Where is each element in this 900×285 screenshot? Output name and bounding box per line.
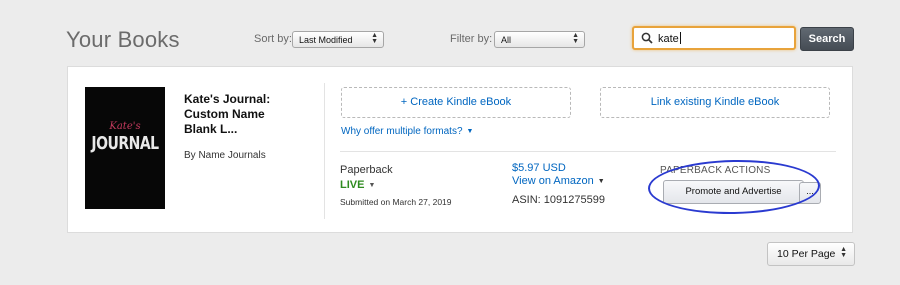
search-input[interactable]: kate: [632, 26, 796, 50]
create-kindle-ebook-button[interactable]: + Create Kindle eBook: [341, 87, 571, 118]
chevron-down-icon: ▼: [466, 128, 474, 135]
per-page-select[interactable]: 10 Per Page ▲ ▼: [767, 242, 855, 266]
format-name: Paperback: [340, 164, 393, 176]
horizontal-divider: [340, 151, 836, 152]
search-input-value: kate: [658, 33, 679, 45]
page-title: Your Books: [66, 27, 180, 52]
chevron-down-icon: ▼: [597, 178, 605, 185]
text-cursor: [679, 32, 681, 44]
search-icon: [641, 32, 653, 44]
cover-title-block: JOURNAL: [91, 134, 159, 154]
view-on-amazon-link[interactable]: View on Amazon ▼: [512, 175, 605, 187]
price-link[interactable]: $5.97 USD: [512, 162, 566, 174]
per-page-value: 10 Per Page: [777, 248, 836, 260]
link-existing-kindle-ebook-button[interactable]: Link existing Kindle eBook: [600, 87, 830, 118]
chevron-down-icon: ▼: [368, 182, 376, 189]
vertical-divider: [324, 83, 325, 219]
submitted-date: Submitted on March 27, 2019: [340, 197, 452, 207]
why-multiple-formats-label: Why offer multiple formats?: [341, 126, 463, 137]
status-badge: LIVE: [340, 179, 365, 191]
book-title[interactable]: Kate's Journal: Custom Name Blank L...: [184, 92, 294, 137]
select-arrows-icon: ▲ ▼: [371, 32, 378, 45]
asin-text: ASIN: 1091275599: [512, 194, 605, 206]
cover-title-script: Kate's: [109, 121, 141, 132]
select-arrows-icon: ▲ ▼: [840, 246, 847, 259]
select-arrows-icon: ▲ ▼: [572, 32, 579, 45]
filter-label: Filter by:: [450, 33, 493, 45]
search-button[interactable]: Search: [800, 27, 854, 51]
filter-select-value: All: [501, 35, 512, 45]
why-multiple-formats-link[interactable]: Why offer multiple formats? ▼: [341, 126, 473, 137]
view-on-amazon-label: View on Amazon: [512, 175, 594, 187]
sort-label: Sort by:: [254, 33, 292, 45]
book-author: By Name Journals: [184, 150, 266, 161]
filter-select[interactable]: All ▲ ▼: [494, 31, 585, 48]
status-dropdown[interactable]: LIVE ▼: [340, 179, 375, 191]
book-cover-image[interactable]: Kate's JOURNAL: [85, 87, 165, 209]
sort-select[interactable]: Last Modified ▲ ▼: [292, 31, 384, 48]
sort-select-value: Last Modified: [299, 35, 353, 45]
